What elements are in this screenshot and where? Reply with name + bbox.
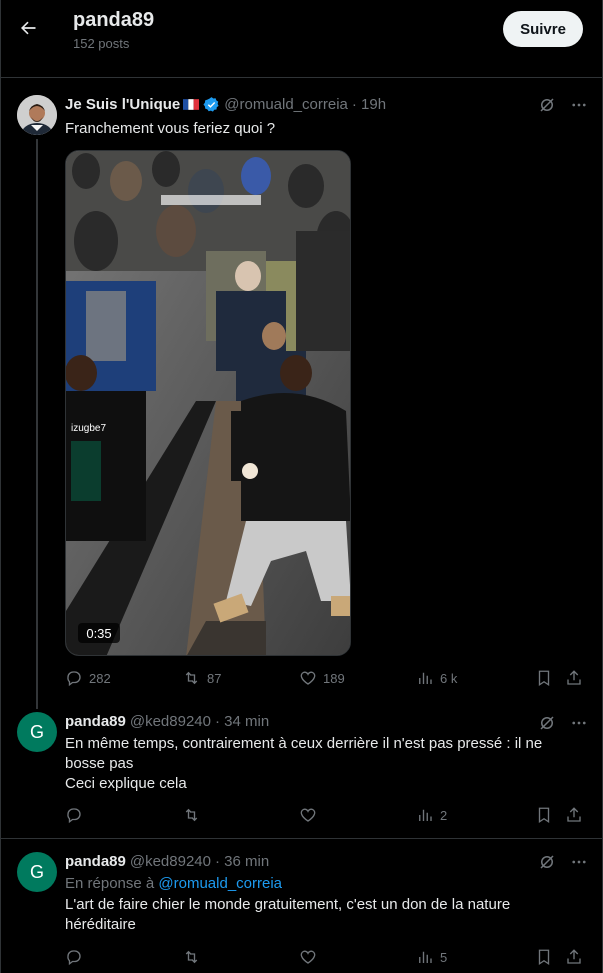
bookmark-button[interactable] [535,669,553,687]
views-icon [419,809,432,821]
author-name[interactable]: panda89 [65,713,126,730]
reply-icon [67,950,81,966]
bookmark-icon [538,807,550,824]
reply-icon [67,671,81,687]
reply-button[interactable] [65,806,83,824]
tweet-time[interactable]: · 19h [352,96,386,113]
avatar[interactable]: G [17,712,57,752]
tweet-reply[interactable]: G panda89 @ked89240 · 34 min En même tem… [0,703,603,837]
more-options-icon[interactable] [569,852,589,872]
thread-connector [36,139,38,709]
tweet-actions: 5 [65,948,585,968]
profile-header: panda89 152 posts Suivre [0,0,603,78]
views-icon [419,672,432,684]
tweet-author-row: Je Suis l'Unique @romuald_correia · 19h [65,96,386,113]
repost-button[interactable]: 87 [182,669,221,687]
views-button[interactable]: 2 [416,806,447,824]
avatar[interactable]: G [17,852,57,892]
tweet-options [537,713,589,733]
views-icon [419,951,432,963]
repost-icon [185,671,198,685]
like-button[interactable] [299,806,317,824]
profile-name: panda89 [73,9,155,31]
repost-button[interactable] [182,948,201,966]
bookmark-button[interactable] [535,948,553,966]
view-count: 5 [440,949,448,965]
share-button[interactable] [565,669,583,687]
views-button[interactable]: 5 [416,948,447,966]
reply-mention-link[interactable]: @romuald_correia [158,875,282,892]
author-handle[interactable]: @ked89240 [130,853,211,870]
post-count: 152 posts [73,36,130,51]
repost-count: 87 [207,670,222,686]
follow-button[interactable]: Suivre [503,11,583,47]
tweet-text: En même temps, contrairement à ceux derr… [65,734,585,794]
bookmark-icon [538,670,550,687]
video-duration: 0:35 [78,623,120,643]
author-name[interactable]: panda89 [65,853,126,870]
view-count: 2 [440,807,448,823]
tweet-time[interactable]: · 36 min [215,853,269,870]
tweet-text-line: Ceci explique cela [65,775,187,792]
tweet-author-row: panda89 @ked89240 · 36 min [65,853,269,870]
heart-icon [300,950,316,964]
bookmark-button[interactable] [535,806,553,824]
more-options-icon[interactable] [569,95,589,115]
video-thumbnail: izugbe7 [66,151,350,655]
tweet-text-line: En même temps, contrairement à ceux derr… [65,735,543,772]
like-count: 189 [323,670,345,686]
heart-icon [300,808,316,822]
reply-button[interactable]: 282 [65,669,111,687]
share-icon [567,670,581,685]
repost-icon [185,808,198,822]
tweet-text: L'art de faire chier le monde gratuiteme… [65,896,511,933]
reply-count: 282 [89,670,111,686]
tweet-reply[interactable]: G panda89 @ked89240 · 36 min En réponse … [0,839,603,973]
share-button[interactable] [565,948,583,966]
tweet-author-row: panda89 @ked89240 · 34 min [65,713,269,730]
grok-icon[interactable] [537,852,557,872]
bookmark-icon [538,949,550,966]
like-button[interactable]: 189 [299,669,345,687]
like-button[interactable] [299,948,317,966]
reply-button[interactable] [65,948,83,966]
grok-icon[interactable] [537,95,557,115]
tweet-actions: 282 87 189 6 k [65,669,585,689]
tweet-actions: 2 [65,806,585,826]
tweet-time[interactable]: · 34 min [215,713,269,730]
reply-context: En réponse à @romuald_correia [65,874,585,894]
reply-prefix: En réponse à [65,875,155,892]
reply-icon [67,808,81,824]
repost-icon [185,950,198,964]
views-button[interactable]: 6 k [416,669,457,687]
grok-icon[interactable] [537,713,557,733]
share-icon [567,949,581,964]
author-handle[interactable]: @romuald_correia [224,96,348,113]
share-icon [567,807,581,822]
video-player[interactable]: izugbe7 [65,150,351,656]
view-count: 6 k [440,670,458,686]
tweet-text: Franchement vous feriez quoi ? [65,120,276,137]
repost-button[interactable] [182,806,201,824]
heart-icon [300,671,316,685]
share-button[interactable] [565,806,583,824]
back-arrow-icon[interactable] [12,12,44,44]
author-name[interactable]: Je Suis l'Unique [65,96,180,113]
avatar[interactable] [17,95,57,135]
tweet-options [537,95,589,115]
france-flag-icon [183,99,200,110]
author-handle[interactable]: @ked89240 [130,713,211,730]
verified-badge-icon [203,97,219,112]
more-options-icon[interactable] [569,713,589,733]
tweet-options [537,852,589,872]
video-side-text: izugbe7 [71,423,106,434]
